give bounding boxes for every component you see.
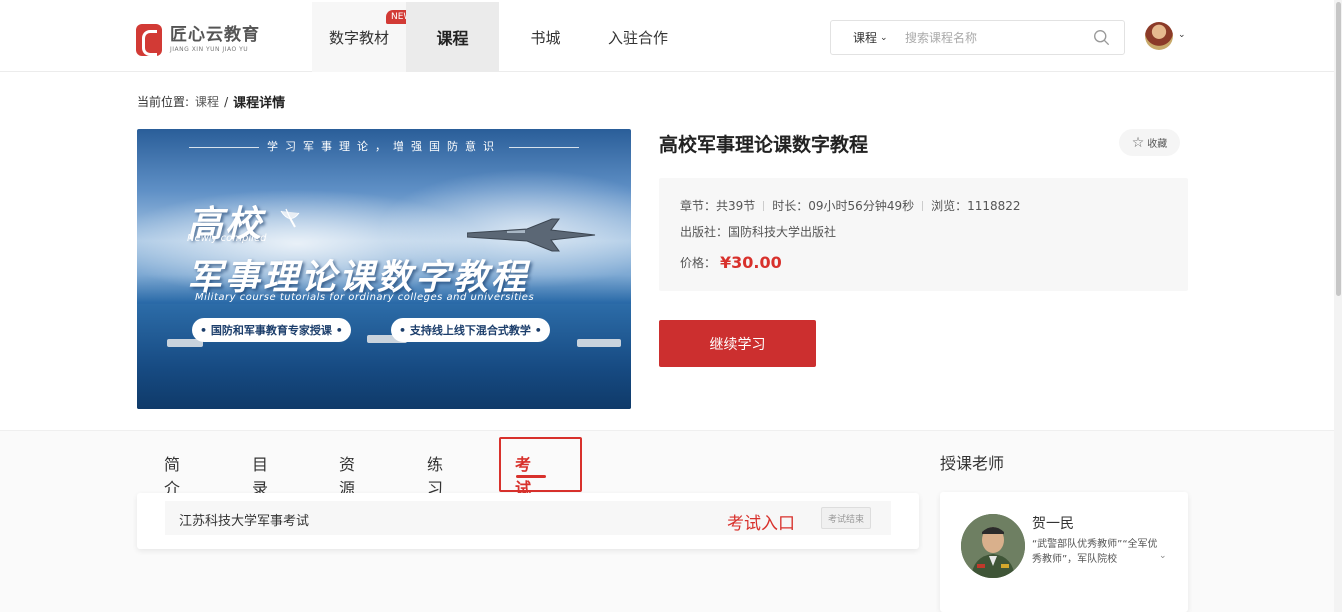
teacher-description: “武警部队优秀教师”“全军优秀教师”，军队院校: [1032, 539, 1158, 565]
tab-intro[interactable]: 简介: [164, 451, 180, 499]
exam-entry-label[interactable]: 考试入口: [727, 509, 795, 534]
chevron-down-icon[interactable]: ⌄: [1178, 30, 1186, 40]
exam-name: 江苏科技大学军事考试: [179, 514, 310, 529]
cover-slogan: 学习军事理论，增强国防意识: [137, 138, 631, 154]
price-label: 价格：: [680, 256, 717, 270]
search-icon[interactable]: [1093, 29, 1110, 46]
nav-label: 入驻合作: [607, 28, 668, 47]
exam-list: 江苏科技大学军事考试 考试入口 考试结束: [137, 493, 919, 549]
cover-ship: [577, 339, 621, 347]
logo-text: 匠心云教育 JIANG XIN YUN JIAO YU: [170, 25, 260, 55]
nav-bookstore[interactable]: 书城: [499, 2, 592, 72]
breadcrumb-current: 课程详情: [233, 96, 286, 111]
favorite-label: 收藏: [1147, 139, 1168, 150]
tab-catalog[interactable]: 目录: [252, 451, 268, 499]
cover-newly-compiled: Newly compiled: [187, 233, 267, 244]
search-type-select[interactable]: 课程 ⌄: [831, 29, 905, 46]
price-row: 价格： ¥30.00: [680, 253, 782, 272]
breadcrumb-prefix: 当前位置:: [137, 95, 190, 109]
nav-digital-textbook[interactable]: 数字教材 NEW: [312, 2, 418, 72]
divider: [922, 200, 924, 211]
search-bar: 课程 ⌄: [830, 20, 1125, 55]
exam-tab-highlight-box: [499, 437, 582, 492]
top-header: 匠心云教育 JIANG XIN YUN JIAO YU 数字教材 NEW 课程 …: [0, 0, 1342, 72]
course-stats: 章节：共39节 时长：09小时56分钟49秒 浏览：1118822: [680, 197, 1021, 214]
nav-partnership[interactable]: 入驻合作: [592, 2, 684, 72]
cover-english-subtitle: Military course tutorials for ordinary c…: [195, 292, 535, 303]
course-duration: 时长：09小时56分钟49秒: [772, 199, 915, 213]
breadcrumb: 当前位置: 课程 / 课程详情: [137, 92, 286, 112]
course-title: 高校军事理论课数字教程: [659, 134, 869, 156]
continue-learning-button[interactable]: 继续学习: [659, 320, 816, 367]
chapter-count: 章节：共39节: [680, 199, 756, 213]
nav-label: 数字教材: [328, 28, 389, 47]
cover-feature-pill: • 支持线上线下混合式教学 •: [391, 318, 550, 342]
nav-label: 课程: [436, 29, 469, 48]
exam-item[interactable]: 江苏科技大学军事考试 考试入口 考试结束: [165, 501, 891, 535]
user-avatar[interactable]: [1145, 22, 1173, 50]
teacher-card: 贺一民 “武警部队优秀教师”“全军优秀教师”，军队院校 ⌄: [940, 492, 1188, 612]
site-logo[interactable]: 匠心云教育 JIANG XIN YUN JIAO YU: [136, 23, 260, 57]
course-cover-image: 学习军事理论，增强国防意识 高校 Newly compiled 军事理论课数字教…: [137, 129, 631, 409]
nav-courses[interactable]: 课程: [406, 2, 499, 72]
cover-feature-pill: • 国防和军事教育专家授课 •: [192, 318, 351, 342]
scrollbar-thumb[interactable]: [1336, 2, 1341, 296]
search-type-label: 课程: [853, 31, 878, 45]
page-scrollbar[interactable]: [1334, 0, 1342, 612]
teacher-name: 贺一民: [1032, 516, 1074, 532]
breadcrumb-separator: /: [224, 94, 229, 109]
nav-label: 书城: [530, 28, 561, 47]
favorite-button[interactable]: ☆ 收藏: [1119, 129, 1180, 156]
view-count: 浏览：1118822: [931, 199, 1021, 213]
breadcrumb-link-courses[interactable]: 课程: [195, 93, 219, 110]
tab-exercises[interactable]: 练习: [427, 451, 443, 499]
price-value: ¥30.00: [720, 253, 782, 272]
chevron-down-icon[interactable]: ⌄: [1159, 551, 1167, 561]
search-input[interactable]: [905, 23, 1075, 52]
teacher-section-title: 授课老师: [940, 454, 1005, 473]
course-info-panel: 章节：共39节 时长：09小时56分钟49秒 浏览：1118822 出版社：国防…: [659, 178, 1188, 291]
exam-status-badge: 考试结束: [821, 507, 872, 529]
tab-resources[interactable]: 资源: [339, 451, 355, 499]
logo-title: 匠心云教育: [170, 25, 260, 45]
teacher-avatar: [961, 514, 1025, 578]
main-nav: 数字教材 NEW 课程 书城 入驻合作: [312, 2, 684, 72]
chevron-down-icon: ⌄: [880, 32, 888, 43]
radar-dish-icon: [280, 208, 300, 228]
star-icon: ☆: [1131, 134, 1145, 151]
logo-icon: [136, 24, 162, 56]
logo-subtitle: JIANG XIN YUN JIAO YU: [170, 46, 249, 53]
divider: [763, 200, 765, 211]
publisher: 出版社：国防科技大学出版社: [680, 225, 837, 239]
